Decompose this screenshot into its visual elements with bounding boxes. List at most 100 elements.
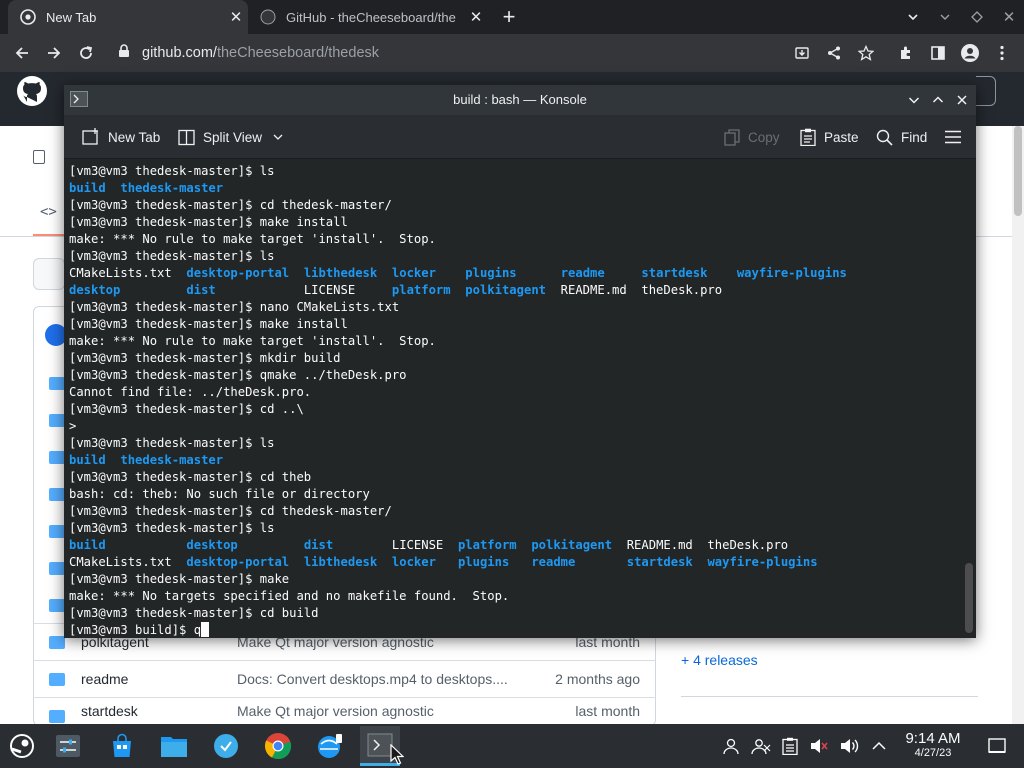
terminal-output[interactable]: [vm3@vm3 thedesk-master]$ ls build thedes…	[64, 159, 962, 638]
file-manager-icon[interactable]	[154, 726, 194, 766]
system-update-icon[interactable]	[206, 726, 246, 766]
profile-avatar-icon[interactable]	[954, 34, 986, 72]
tab-search-icon[interactable]	[898, 0, 928, 34]
directory-entry: plugins	[465, 266, 517, 280]
discover-store-icon[interactable]	[102, 726, 142, 766]
paste-button[interactable]: Paste	[800, 125, 859, 149]
repo-icon	[33, 150, 45, 164]
commit-message[interactable]: Docs: Convert desktops.mp4 to desktops..…	[237, 671, 527, 687]
terminal-text: [vm3@vm3 thedesk-master]$ cd thedesk-mas…	[69, 504, 392, 518]
tab-title: New Tab	[46, 9, 97, 25]
close-tab-icon[interactable]: ✕	[224, 8, 248, 26]
close-icon[interactable]	[952, 90, 972, 110]
terminal-text: [vm3@vm3 thedesk-master]$ make	[69, 572, 290, 586]
maximize-icon[interactable]	[928, 90, 948, 110]
tab-title: GitHub - theCheeseboard/the	[286, 9, 456, 25]
file-row[interactable]: startdesk Make Qt major version agnostic…	[33, 697, 656, 724]
terminal-scrollbar[interactable]	[962, 159, 976, 638]
chrome-icon	[20, 9, 36, 25]
terminal-line: [vm3@vm3 build]$ q	[69, 622, 962, 638]
file-name[interactable]: startdesk	[81, 703, 138, 719]
terminal-text: LICENSE	[215, 283, 392, 297]
terminal-line: [vm3@vm3 thedesk-master]$ make install	[69, 316, 962, 333]
bookmark-star-icon[interactable]	[850, 34, 882, 72]
browser-tab-github[interactable]: GitHub - theCheeseboard/the ✕	[248, 0, 488, 34]
minimize-window-icon[interactable]	[930, 0, 960, 34]
directory-entry: polkitagent	[531, 538, 613, 552]
url-path: theCheeseboard/thedesk	[216, 45, 380, 61]
commit-message[interactable]: Make Qt major version agnostic	[237, 703, 527, 719]
share-icon[interactable]	[818, 34, 850, 72]
plasma-taskbar: 9:14 AM 4/27/23	[0, 724, 1024, 768]
kde-connect-icon[interactable]	[310, 726, 350, 766]
browser-tab-new-tab[interactable]: New Tab ✕	[8, 0, 248, 34]
github-header-button[interactable]	[976, 76, 996, 106]
clock-date: 4/27/23	[914, 747, 952, 759]
directory-entry: desktop	[69, 283, 121, 297]
directory-entry: readme	[560, 266, 605, 280]
paste-icon	[800, 128, 816, 146]
file-row[interactable]: readme Docs: Convert desktops.mp4 to des…	[33, 660, 656, 697]
url-host: github.com/	[142, 45, 217, 61]
tray-expand-icon[interactable]	[868, 734, 890, 758]
volume-icon[interactable]	[838, 734, 860, 758]
releases-link[interactable]: + 4 releases	[681, 652, 758, 668]
chrome-browser-icon[interactable]	[258, 726, 298, 766]
konsole-titlebar[interactable]: build : bash — Konsole	[64, 85, 976, 115]
split-view-button[interactable]: Split View	[178, 125, 292, 149]
back-arrow-icon[interactable]	[6, 34, 38, 72]
folder-icon	[49, 525, 65, 538]
page-scrollbar-thumb[interactable]	[1014, 126, 1022, 216]
install-app-icon[interactable]	[786, 34, 818, 72]
new-tab-button[interactable]: New Tab	[82, 125, 160, 149]
clipboard-icon[interactable]	[779, 734, 801, 758]
branch-selector[interactable]	[33, 258, 65, 290]
new-tab-button[interactable]: +	[494, 0, 524, 34]
volume-muted-icon[interactable]	[808, 734, 830, 758]
terminal-line: make: *** No rule to make target 'instal…	[69, 333, 962, 350]
file-name[interactable]: readme	[81, 671, 128, 687]
new-tab-label: New Tab	[108, 129, 161, 145]
close-window-icon[interactable]: ✕	[994, 0, 1024, 34]
side-panel-icon[interactable]	[922, 34, 954, 72]
directory-entry: platform	[457, 538, 517, 552]
directory-entry: desktop-portal	[186, 266, 290, 280]
terminal-text: [vm3@vm3 thedesk-master]$ cd build	[69, 606, 319, 620]
extensions-puzzle-icon[interactable]	[890, 34, 922, 72]
steam-deck-launcher-icon[interactable]	[2, 726, 42, 766]
show-desktop-icon[interactable]	[986, 734, 1008, 758]
system-settings-icon[interactable]	[48, 726, 88, 766]
reload-icon[interactable]	[70, 34, 102, 72]
terminal-line: desktop dist LICENSE platform polkitagen…	[69, 282, 962, 299]
terminal-line: >	[69, 418, 962, 435]
hamburger-menu-icon[interactable]	[944, 125, 970, 149]
minimize-icon[interactable]	[904, 90, 924, 110]
find-button[interactable]: Find	[876, 125, 927, 149]
split-view-label: Split View	[203, 129, 263, 145]
copy-button[interactable]: Copy	[724, 125, 780, 149]
digital-clock[interactable]: 9:14 AM 4/27/23	[896, 730, 970, 760]
accounts-icon[interactable]	[750, 734, 772, 758]
directory-entry: build	[69, 453, 121, 467]
user-switcher-icon[interactable]	[720, 734, 742, 758]
code-tab-icon[interactable]: <>	[40, 204, 57, 220]
directory-entry: locker	[391, 266, 436, 280]
forward-arrow-icon[interactable]	[38, 34, 70, 72]
close-tab-icon[interactable]: ✕	[464, 8, 488, 26]
terminal-text: [vm3@vm3 thedesk-master]$ mkdir build	[69, 351, 341, 365]
directory-entry: startdesk	[626, 555, 693, 569]
browser-menu-icon[interactable]	[986, 34, 1018, 72]
terminal-text: CMakeLists.txt	[69, 555, 187, 569]
scrollbar-thumb[interactable]	[965, 563, 973, 633]
terminal-line: CMakeLists.txt desktop-portal libthedesk…	[69, 554, 962, 571]
github-logo-icon[interactable]	[16, 75, 48, 107]
maximize-window-icon[interactable]	[962, 0, 992, 34]
address-bar[interactable]: github.com/theCheeseboard/thedesk	[108, 37, 878, 69]
